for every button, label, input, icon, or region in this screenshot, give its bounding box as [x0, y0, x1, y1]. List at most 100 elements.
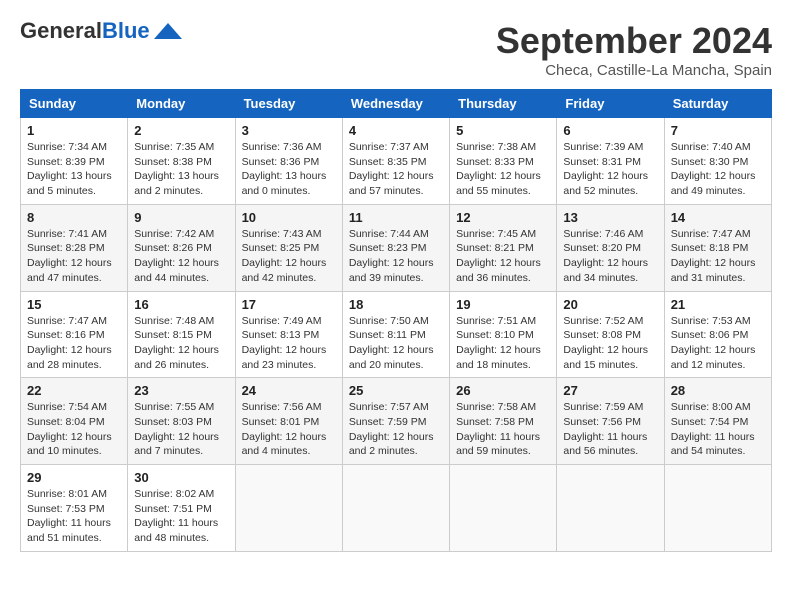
day-number: 8 [27, 210, 121, 225]
calendar-day-14: 14 Sunrise: 7:47 AM Sunset: 8:18 PM Dayl… [664, 204, 771, 291]
day-number: 20 [563, 297, 657, 312]
day-info: Sunrise: 7:49 AM Sunset: 8:13 PM Dayligh… [242, 315, 327, 371]
day-info: Sunrise: 7:57 AM Sunset: 7:59 PM Dayligh… [349, 401, 434, 457]
day-info: Sunrise: 8:00 AM Sunset: 7:54 PM Dayligh… [671, 401, 755, 457]
weekday-header-tuesday: Tuesday [235, 90, 342, 118]
calendar-day-24: 24 Sunrise: 7:56 AM Sunset: 8:01 PM Dayl… [235, 378, 342, 465]
logo-text: GeneralBlue [20, 20, 150, 42]
day-info: Sunrise: 7:59 AM Sunset: 7:56 PM Dayligh… [563, 401, 647, 457]
day-number: 25 [349, 383, 443, 398]
day-info: Sunrise: 7:39 AM Sunset: 8:31 PM Dayligh… [563, 141, 648, 197]
day-info: Sunrise: 7:53 AM Sunset: 8:06 PM Dayligh… [671, 315, 756, 371]
calendar-day-19: 19 Sunrise: 7:51 AM Sunset: 8:10 PM Dayl… [450, 291, 557, 378]
day-number: 18 [349, 297, 443, 312]
day-number: 22 [27, 383, 121, 398]
calendar-table: SundayMondayTuesdayWednesdayThursdayFrid… [20, 89, 772, 552]
day-number: 1 [27, 123, 121, 138]
weekday-header-wednesday: Wednesday [342, 90, 449, 118]
location: Checa, Castille-La Mancha, Spain [496, 62, 772, 79]
calendar-day-13: 13 Sunrise: 7:46 AM Sunset: 8:20 PM Dayl… [557, 204, 664, 291]
day-number: 29 [27, 470, 121, 485]
day-info: Sunrise: 7:50 AM Sunset: 8:11 PM Dayligh… [349, 315, 434, 371]
day-info: Sunrise: 7:42 AM Sunset: 8:26 PM Dayligh… [134, 228, 219, 284]
month-title: September 2024 [496, 20, 772, 62]
logo: GeneralBlue [20, 20, 182, 42]
day-info: Sunrise: 7:43 AM Sunset: 8:25 PM Dayligh… [242, 228, 327, 284]
calendar-day-3: 3 Sunrise: 7:36 AM Sunset: 8:36 PM Dayli… [235, 118, 342, 205]
calendar-header-row: SundayMondayTuesdayWednesdayThursdayFrid… [21, 90, 772, 118]
day-number: 24 [242, 383, 336, 398]
day-info: Sunrise: 7:48 AM Sunset: 8:15 PM Dayligh… [134, 315, 219, 371]
day-number: 21 [671, 297, 765, 312]
day-number: 15 [27, 297, 121, 312]
empty-cell [557, 465, 664, 552]
calendar-day-5: 5 Sunrise: 7:38 AM Sunset: 8:33 PM Dayli… [450, 118, 557, 205]
calendar-day-9: 9 Sunrise: 7:42 AM Sunset: 8:26 PM Dayli… [128, 204, 235, 291]
calendar-day-7: 7 Sunrise: 7:40 AM Sunset: 8:30 PM Dayli… [664, 118, 771, 205]
weekday-header-monday: Monday [128, 90, 235, 118]
logo-icon [154, 23, 182, 39]
empty-cell [450, 465, 557, 552]
day-number: 30 [134, 470, 228, 485]
day-number: 27 [563, 383, 657, 398]
weekday-header-thursday: Thursday [450, 90, 557, 118]
day-number: 4 [349, 123, 443, 138]
calendar-day-29: 29 Sunrise: 8:01 AM Sunset: 7:53 PM Dayl… [21, 465, 128, 552]
day-info: Sunrise: 7:37 AM Sunset: 8:35 PM Dayligh… [349, 141, 434, 197]
calendar-day-16: 16 Sunrise: 7:48 AM Sunset: 8:15 PM Dayl… [128, 291, 235, 378]
calendar-day-4: 4 Sunrise: 7:37 AM Sunset: 8:35 PM Dayli… [342, 118, 449, 205]
day-info: Sunrise: 7:41 AM Sunset: 8:28 PM Dayligh… [27, 228, 112, 284]
day-number: 2 [134, 123, 228, 138]
calendar-day-6: 6 Sunrise: 7:39 AM Sunset: 8:31 PM Dayli… [557, 118, 664, 205]
calendar-day-12: 12 Sunrise: 7:45 AM Sunset: 8:21 PM Dayl… [450, 204, 557, 291]
day-number: 26 [456, 383, 550, 398]
day-info: Sunrise: 7:56 AM Sunset: 8:01 PM Dayligh… [242, 401, 327, 457]
calendar-week-5: 29 Sunrise: 8:01 AM Sunset: 7:53 PM Dayl… [21, 465, 772, 552]
calendar-day-11: 11 Sunrise: 7:44 AM Sunset: 8:23 PM Dayl… [342, 204, 449, 291]
empty-cell [235, 465, 342, 552]
day-number: 5 [456, 123, 550, 138]
day-info: Sunrise: 7:45 AM Sunset: 8:21 PM Dayligh… [456, 228, 541, 284]
day-info: Sunrise: 7:38 AM Sunset: 8:33 PM Dayligh… [456, 141, 541, 197]
day-number: 6 [563, 123, 657, 138]
weekday-header-saturday: Saturday [664, 90, 771, 118]
calendar-day-20: 20 Sunrise: 7:52 AM Sunset: 8:08 PM Dayl… [557, 291, 664, 378]
day-number: 11 [349, 210, 443, 225]
page-header: GeneralBlue September 2024 Checa, Castil… [20, 20, 772, 79]
calendar-week-2: 8 Sunrise: 7:41 AM Sunset: 8:28 PM Dayli… [21, 204, 772, 291]
calendar-day-10: 10 Sunrise: 7:43 AM Sunset: 8:25 PM Dayl… [235, 204, 342, 291]
calendar-day-22: 22 Sunrise: 7:54 AM Sunset: 8:04 PM Dayl… [21, 378, 128, 465]
calendar-day-21: 21 Sunrise: 7:53 AM Sunset: 8:06 PM Dayl… [664, 291, 771, 378]
day-info: Sunrise: 8:01 AM Sunset: 7:53 PM Dayligh… [27, 488, 111, 544]
day-info: Sunrise: 7:35 AM Sunset: 8:38 PM Dayligh… [134, 141, 219, 197]
day-info: Sunrise: 7:46 AM Sunset: 8:20 PM Dayligh… [563, 228, 648, 284]
day-info: Sunrise: 7:58 AM Sunset: 7:58 PM Dayligh… [456, 401, 540, 457]
day-info: Sunrise: 7:52 AM Sunset: 8:08 PM Dayligh… [563, 315, 648, 371]
day-info: Sunrise: 7:55 AM Sunset: 8:03 PM Dayligh… [134, 401, 219, 457]
calendar-day-17: 17 Sunrise: 7:49 AM Sunset: 8:13 PM Dayl… [235, 291, 342, 378]
day-info: Sunrise: 7:44 AM Sunset: 8:23 PM Dayligh… [349, 228, 434, 284]
calendar-day-27: 27 Sunrise: 7:59 AM Sunset: 7:56 PM Dayl… [557, 378, 664, 465]
day-number: 3 [242, 123, 336, 138]
calendar-day-8: 8 Sunrise: 7:41 AM Sunset: 8:28 PM Dayli… [21, 204, 128, 291]
day-number: 7 [671, 123, 765, 138]
title-area: September 2024 Checa, Castille-La Mancha… [496, 20, 772, 79]
calendar-day-26: 26 Sunrise: 7:58 AM Sunset: 7:58 PM Dayl… [450, 378, 557, 465]
calendar-day-23: 23 Sunrise: 7:55 AM Sunset: 8:03 PM Dayl… [128, 378, 235, 465]
calendar-day-25: 25 Sunrise: 7:57 AM Sunset: 7:59 PM Dayl… [342, 378, 449, 465]
calendar-day-15: 15 Sunrise: 7:47 AM Sunset: 8:16 PM Dayl… [21, 291, 128, 378]
day-number: 9 [134, 210, 228, 225]
calendar-day-28: 28 Sunrise: 8:00 AM Sunset: 7:54 PM Dayl… [664, 378, 771, 465]
day-number: 13 [563, 210, 657, 225]
day-info: Sunrise: 7:47 AM Sunset: 8:16 PM Dayligh… [27, 315, 112, 371]
day-number: 16 [134, 297, 228, 312]
calendar-week-4: 22 Sunrise: 7:54 AM Sunset: 8:04 PM Dayl… [21, 378, 772, 465]
day-info: Sunrise: 7:40 AM Sunset: 8:30 PM Dayligh… [671, 141, 756, 197]
day-info: Sunrise: 7:36 AM Sunset: 8:36 PM Dayligh… [242, 141, 327, 197]
day-number: 17 [242, 297, 336, 312]
day-info: Sunrise: 7:54 AM Sunset: 8:04 PM Dayligh… [27, 401, 112, 457]
day-number: 19 [456, 297, 550, 312]
weekday-header-friday: Friday [557, 90, 664, 118]
day-number: 14 [671, 210, 765, 225]
calendar-week-3: 15 Sunrise: 7:47 AM Sunset: 8:16 PM Dayl… [21, 291, 772, 378]
